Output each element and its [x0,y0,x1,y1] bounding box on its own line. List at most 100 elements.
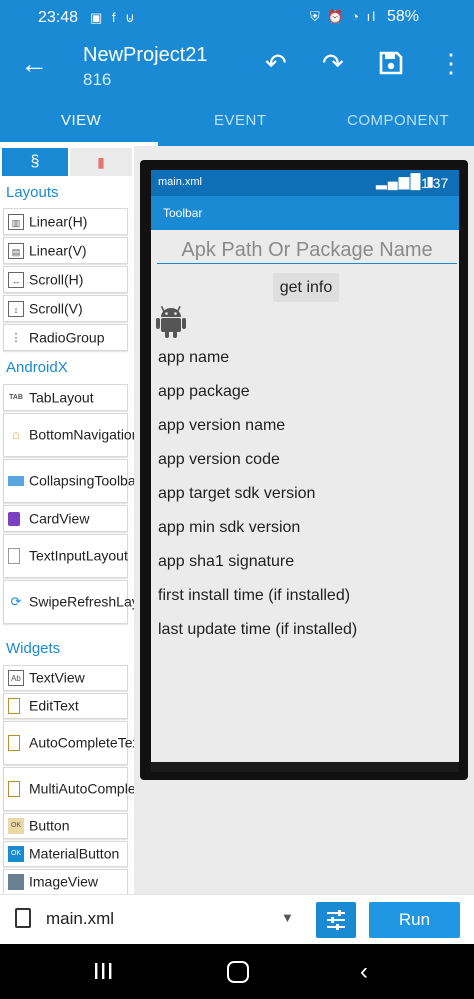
save-icon[interactable] [378,50,404,82]
file-dropdown-icon[interactable]: ▼ [281,910,294,925]
undo-icon[interactable]: ↶ [265,50,287,76]
palette-item-cardview[interactable]: CardView [3,505,128,532]
preview-toolbar[interactable]: Toolbar [151,196,459,230]
palette-item-label: CardView [29,510,90,526]
more-options-icon[interactable]: ⋮ [438,50,464,76]
palette-item-button[interactable]: OK Button [3,813,128,839]
palette-item-label: ImageView [29,873,99,890]
info-app-package[interactable]: app package [158,383,250,401]
palette-item-label: Linear(H) [29,213,88,229]
palette-item-imageview[interactable]: ImageView [3,869,128,894]
imageview-icon [8,874,24,890]
palette-item-radiogroup[interactable]: ⋮ RadioGroup [3,324,128,351]
app-bar: ← NewProject21 816 ↶ ↷ ⋮ [0,36,474,98]
linear-h-icon: ▥ [8,213,24,230]
nav-back-icon[interactable]: ‹ [360,958,368,986]
palette-item-textview[interactable]: Ab TextView [3,665,128,691]
edittext-icon [8,698,20,714]
palette-item-label: Linear(V) [29,242,87,258]
palette-tabs: § ▮ [0,146,134,178]
palette-item-label: TabLayout [29,389,94,405]
get-info-button[interactable]: get info [273,273,339,302]
preview-file-label: main.xml [158,176,203,188]
swiperefresh-icon: ⟳ [10,594,22,609]
palette-item-label: AutoCompleteTextView [29,734,134,751]
palette-item-edittext[interactable]: EditText [3,693,128,719]
palette-tab-bookmarks[interactable]: ▮ [70,148,132,176]
info-first-install-time[interactable]: first install time (if installed) [158,587,350,605]
back-arrow-icon[interactable]: ← [20,50,48,78]
palette-item-multiautocomplete[interactable]: MultiAutoCompleteTextView [3,767,134,811]
textview-icon: Ab [8,670,24,686]
collapsing-toolbar-icon [8,476,24,486]
palette-tab-widgets[interactable]: § [2,148,68,176]
palette-item-textinputlayout[interactable]: TextInputLayout [3,534,128,578]
palette-item-linear-h[interactable]: ▥ Linear(H) [3,208,128,235]
autocomplete-icon [8,735,20,751]
palette-item-label: TextInputLayout [29,547,128,564]
battery-level: 58% [387,8,420,25]
home-icon[interactable] [227,961,249,983]
scroll-v-icon: ↕ [8,300,24,317]
package-path-input[interactable]: Apk Path Or Package Name [157,236,457,264]
status-time: 23:48 [38,9,79,26]
palette-item-label: MultiAutoCompleteTextView [29,780,134,797]
palette-item-label: BottomNavigationView [29,426,134,443]
recents-icon[interactable] [92,962,114,980]
project-id: 816 [83,70,112,89]
palette-item-linear-v[interactable]: ▤ Linear(V) [3,237,128,264]
bottom-toolbar: main.xml ▼ Run [0,894,474,944]
run-button[interactable]: Run [369,902,460,938]
palette-item-swiperefresh[interactable]: ⟳ SwipeRefreshLayout [3,580,134,624]
tab-component[interactable]: COMPONENT [347,112,449,129]
palette-item-bottomnav[interactable]: ⌂ BottomNavigationView [3,413,134,457]
tablayout-icon: TAB [9,393,23,401]
linear-v-icon: ▤ [8,242,24,259]
palette-item-label: Button [29,817,70,834]
system-nav-bar: ‹ [0,944,474,999]
palette-item-autocomplete[interactable]: AutoCompleteTextView [3,721,134,765]
preview-toolbar-label: Toolbar [163,206,203,220]
android-icon[interactable] [154,303,188,339]
palette-item-label: MaterialButton [29,845,120,862]
properties-button[interactable] [316,902,356,938]
palette-item-materialbutton[interactable]: OK MaterialButton [3,841,128,867]
section-widgets: Widgets [6,640,61,657]
button-icon: OK [8,818,24,834]
palette-item-scroll-h[interactable]: ↔ Scroll(H) [3,266,128,293]
sliders-icon [327,910,345,930]
file-icon [15,908,31,928]
tab-view[interactable]: VIEW [61,112,101,129]
info-app-name[interactable]: app name [158,349,229,367]
tab-event[interactable]: EVENT [214,112,267,129]
preview-status-bar: main.xml ▂▄▆█ ▮ 1:37 [151,170,459,196]
preview-bottom-edge [151,762,459,772]
palette-item-label: EditText [29,697,79,714]
widget-palette: § ▮ Layouts ▥ Linear(H) ▤ Linear(V) ↔ Sc… [0,146,134,894]
palette-item-tablayout[interactable]: TAB TabLayout [3,384,128,411]
palette-item-scroll-v[interactable]: ↕ Scroll(V) [3,295,128,322]
palette-item-collapsing-toolbar[interactable]: CollapsingToolbar [3,459,134,503]
notification-icons: ▣ f ⊍ [90,10,138,25]
info-app-sha1[interactable]: app sha1 signature [158,553,294,571]
status-bar: 23:48 ▣ f ⊍ ⛨ ⏰ ◔ ıl 58% [0,0,474,36]
redo-icon[interactable]: ↷ [322,50,344,76]
info-app-min-sdk[interactable]: app min sdk version [158,519,300,537]
multiautocomplete-icon [8,781,20,797]
info-last-update-time[interactable]: last update time (if installed) [158,621,357,639]
info-app-target-sdk[interactable]: app target sdk version [158,485,315,503]
info-app-version-name[interactable]: app version name [158,417,285,435]
textinputlayout-icon [8,548,20,564]
current-file-name[interactable]: main.xml [46,909,114,929]
palette-item-label: CollapsingToolbar [29,472,134,489]
cardview-icon [8,511,20,526]
materialbutton-icon: OK [8,846,24,862]
bottomnav-icon: ⌂ [12,427,20,442]
palette-item-label: RadioGroup [29,329,105,345]
palette-item-label: TextView [29,669,85,686]
save-icon-glyph [379,51,403,75]
palette-item-label: SwipeRefreshLayout [29,593,134,610]
info-app-version-code[interactable]: app version code [158,451,280,469]
preview-clock: 1:37 [421,175,449,191]
editor-tabs: VIEW EVENT COMPONENT [0,98,474,146]
